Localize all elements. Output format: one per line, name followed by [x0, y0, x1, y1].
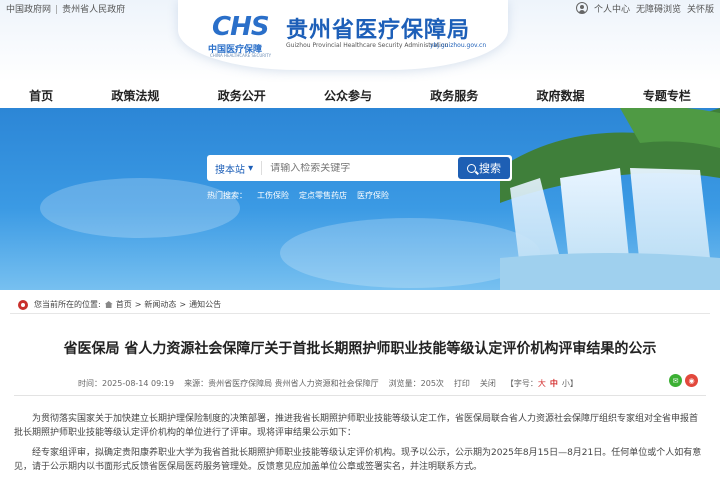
nav-gov-affairs[interactable]: 政务公开 — [210, 87, 274, 104]
search-box: 搜本站 ▾ 搜索 — [207, 155, 512, 181]
search-input[interactable] — [262, 162, 458, 174]
nav-home[interactable]: 首页 — [21, 87, 61, 104]
nav-special-topics[interactable]: 专题专栏 — [635, 87, 699, 104]
search-scope-label: 搜本站 — [215, 164, 245, 176]
font-size-small[interactable]: 小】 — [562, 378, 578, 389]
close-link[interactable]: 关闭 — [480, 378, 496, 389]
article-meta: 时间：2025-08-14 09:19 来源：贵州省医疗保障局 贵州省人力资源和… — [78, 376, 698, 390]
home-icon — [104, 301, 113, 308]
publish-time: 时间：2025-08-14 09:19 — [78, 378, 175, 388]
print-link[interactable]: 打印 — [454, 378, 470, 389]
breadcrumb-separator: > — [134, 300, 142, 309]
breadcrumb-notices[interactable]: 通知公告 — [189, 299, 221, 310]
personal-center-link[interactable]: 个人中心 — [594, 2, 630, 15]
article-title: 省医保局 省人力资源社会保障厅关于首批长期照护师职业技能等级认定评价机构评审结果… — [63, 341, 657, 357]
waterfall-image — [500, 108, 720, 290]
divider — [14, 395, 706, 396]
cloud-decoration — [40, 178, 240, 238]
care-mode-link[interactable]: 关怀版 — [687, 2, 714, 15]
font-size-label: 【字号： — [505, 378, 538, 388]
site-domain: ybj.guizhou.gov.cn — [430, 42, 487, 49]
main-nav: 首页 政策法规 政务公开 公众参与 政务服务 政府数据 专题专栏 — [0, 82, 720, 108]
share-buttons: ✉ ◉ — [669, 374, 698, 387]
weibo-share-icon[interactable]: ◉ — [685, 374, 698, 387]
breadcrumb-separator: > — [179, 300, 187, 309]
article-paragraph: 经专家组评审，拟确定贵阳康养职业大学为我省首批长期照护师职业技能等级认定评价机构… — [14, 448, 702, 472]
banner: 搜本站 ▾ 搜索 热门搜索： 工伤保险 定点零售药店 医疗保险 — [0, 108, 720, 290]
breadcrumb-home[interactable]: 首页 — [116, 299, 132, 310]
search-icon — [467, 163, 476, 173]
search-button[interactable]: 搜索 — [458, 157, 510, 179]
nav-gov-services[interactable]: 政务服务 — [422, 87, 486, 104]
hot-search-label: 热门搜索： — [207, 191, 247, 200]
topbar-left: 中国政府网 | 贵州省人民政府 — [6, 2, 125, 15]
location-icon — [18, 299, 28, 310]
hot-searches: 热门搜索： 工伤保险 定点零售药店 医疗保险 — [207, 190, 389, 201]
logo-mark-text: CHS — [212, 12, 270, 42]
search-button-label: 搜索 — [479, 162, 501, 175]
user-icon[interactable] — [575, 2, 588, 14]
site-title[interactable]: 贵州省医疗保障局 — [286, 12, 470, 44]
accessibility-link[interactable]: 无障碍浏览 — [636, 2, 681, 15]
site-subtitle: Guizhou Provincial Healthcare Security A… — [286, 42, 449, 49]
logo-mark-en: CHINA HEALTHCARE SECURITY — [210, 53, 272, 58]
topbar-right: 个人中心 无障碍浏览 关怀版 — [575, 2, 714, 15]
breadcrumb-news[interactable]: 新闻动态 — [144, 299, 176, 310]
font-size-large[interactable]: 大 — [538, 378, 546, 389]
breadcrumb: 您当前所在的位置: 首页 > 新闻动态 > 通知公告 — [10, 296, 710, 314]
divider: | — [55, 4, 59, 15]
font-size-medium[interactable]: 中 — [550, 378, 558, 389]
hot-search-item[interactable]: 工伤保险 — [257, 190, 289, 201]
nav-policy[interactable]: 政策法规 — [103, 87, 167, 104]
top-utility-bar: 中国政府网 | 贵州省人民政府 个人中心 无障碍浏览 关怀版 — [0, 0, 720, 16]
nav-public-participation[interactable]: 公众参与 — [316, 87, 380, 104]
province-link[interactable]: 贵州省人民政府 — [62, 5, 125, 15]
breadcrumb-label: 您当前所在的位置: — [34, 300, 101, 309]
hot-search-item[interactable]: 医疗保险 — [357, 190, 389, 201]
view-count: 浏览量：205次 — [388, 378, 444, 388]
article-source: 来源：贵州省医疗保障局 贵州省人力资源和社会保障厅 — [184, 378, 379, 388]
wechat-share-icon[interactable]: ✉ — [669, 374, 682, 387]
gov-link[interactable]: 中国政府网 — [6, 5, 51, 15]
hot-search-item[interactable]: 定点零售药店 — [299, 190, 347, 201]
nav-gov-data[interactable]: 政府数据 — [529, 87, 593, 104]
search-scope-select[interactable]: 搜本站 ▾ — [207, 161, 263, 176]
article-paragraph: 为贯彻落实国家关于加快建立长期护理保险制度的决策部署，推进我省长期照护师职业技能… — [14, 414, 699, 438]
